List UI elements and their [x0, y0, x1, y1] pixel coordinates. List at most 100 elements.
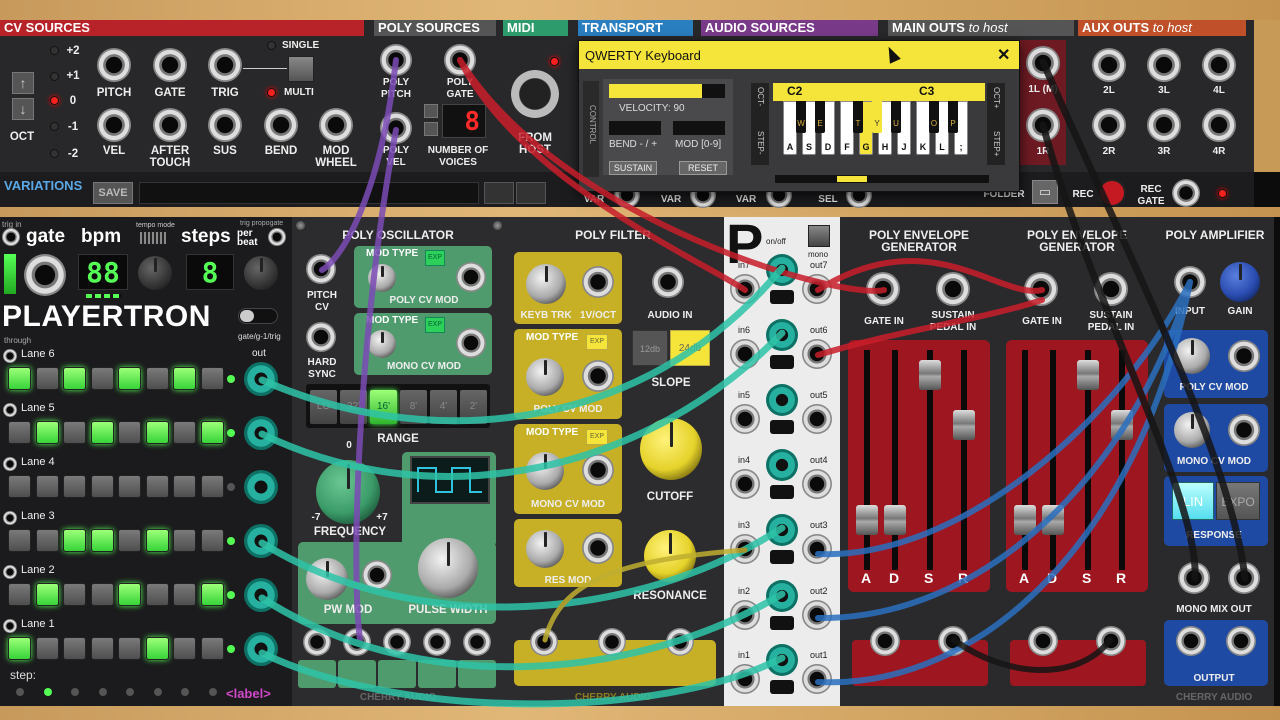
- poly-merger-out-jack[interactable]: [802, 600, 832, 630]
- step-button[interactable]: [63, 583, 86, 606]
- step-button[interactable]: [35, 529, 59, 552]
- osc-waveform-out-jack[interactable]: [303, 628, 331, 656]
- step-button[interactable]: [200, 583, 224, 606]
- step-button[interactable]: [173, 367, 196, 390]
- piano-white-key[interactable]: A: [783, 101, 797, 155]
- pw-mod-knob[interactable]: [306, 558, 348, 600]
- piano-white-key[interactable]: K: [916, 101, 930, 155]
- step-button[interactable]: [145, 583, 169, 606]
- piano-black-key[interactable]: Y: [872, 101, 882, 133]
- lane-mute-button[interactable]: [3, 457, 17, 471]
- piano-black-key[interactable]: E: [815, 101, 825, 133]
- bandpass-out-jack[interactable]: [598, 628, 626, 656]
- audio-in-jack[interactable]: [652, 266, 684, 298]
- variation-name-field[interactable]: [139, 182, 479, 204]
- step-button[interactable]: [173, 475, 196, 498]
- step-button[interactable]: [8, 529, 31, 552]
- gate-mode-switch[interactable]: [238, 308, 278, 324]
- range-button[interactable]: 4': [430, 390, 457, 424]
- env1-inv-out-jack[interactable]: [870, 626, 900, 656]
- v-oct-jack[interactable]: [582, 266, 614, 298]
- step-button[interactable]: [63, 475, 86, 498]
- trig-in-jack[interactable]: [2, 228, 20, 246]
- step-button[interactable]: [145, 421, 169, 444]
- pitch-jack[interactable]: [97, 48, 131, 82]
- range-button[interactable]: 32': [340, 390, 367, 424]
- range-button[interactable]: LO: [310, 390, 337, 424]
- step-button[interactable]: [8, 637, 31, 660]
- step-button[interactable]: [8, 367, 31, 390]
- step-button[interactable]: [118, 637, 141, 660]
- resonance-knob[interactable]: [644, 530, 696, 582]
- highpass-out-jack[interactable]: [666, 628, 694, 656]
- step-button[interactable]: [200, 475, 224, 498]
- pw-mod-jack[interactable]: [362, 560, 392, 590]
- qwerty-titlebar[interactable]: QWERTY Keyboard ✕: [579, 41, 1019, 69]
- step-button[interactable]: [90, 475, 114, 498]
- step-button[interactable]: [145, 637, 169, 660]
- step-button[interactable]: [63, 637, 86, 660]
- bpm-knob[interactable]: [138, 256, 172, 290]
- step-button[interactable]: [90, 529, 114, 552]
- step-button[interactable]: [63, 421, 86, 444]
- step-button[interactable]: [173, 583, 196, 606]
- rec-gate-jack[interactable]: [1172, 179, 1200, 207]
- env2-out-jack[interactable]: [1096, 626, 1126, 656]
- piano-black-key[interactable]: W: [796, 101, 806, 133]
- control-tab[interactable]: CONTROL: [583, 81, 599, 177]
- piano-keys[interactable]: A S D F G H J K L; W E T Y U O P: [783, 101, 983, 173]
- step-button[interactable]: [63, 367, 86, 390]
- piano-black-key[interactable]: U: [891, 101, 901, 133]
- bend-jack[interactable]: [264, 108, 298, 142]
- step-button[interactable]: [173, 421, 196, 444]
- step-button[interactable]: [35, 421, 59, 444]
- mono-button[interactable]: [808, 225, 830, 247]
- poly-merger-channel-jack[interactable]: [766, 644, 798, 676]
- mono-cv-mod-knob[interactable]: [368, 330, 396, 358]
- piano-black-key[interactable]: T: [853, 101, 863, 133]
- lane-out-jack[interactable]: [244, 416, 278, 450]
- step-button[interactable]: [8, 583, 31, 606]
- oct-plus-button[interactable]: OCT+ STEP+: [987, 83, 1005, 165]
- piano-black-key[interactable]: O: [929, 101, 939, 133]
- poly-cv-mod-jack[interactable]: [582, 360, 614, 392]
- aux-out-2l-jack[interactable]: [1092, 48, 1126, 82]
- adsr-fader[interactable]: [919, 360, 941, 390]
- adsr-fader[interactable]: [884, 505, 906, 535]
- env2-sustain-jack[interactable]: [1094, 272, 1128, 306]
- amp-input-jack[interactable]: [1174, 266, 1206, 298]
- lane-mute-button[interactable]: [3, 403, 17, 417]
- amp-poly-cv-jack[interactable]: [1228, 340, 1260, 372]
- step-button[interactable]: [8, 475, 31, 498]
- step-button[interactable]: [145, 475, 169, 498]
- slope-12db-button[interactable]: 12db: [632, 330, 668, 366]
- keyb-trk-knob[interactable]: [526, 264, 566, 304]
- env2-inv-out-jack[interactable]: [1028, 626, 1058, 656]
- gate-jack[interactable]: [153, 48, 187, 82]
- keyboard-scroll[interactable]: [775, 175, 989, 183]
- main-out-1l-jack[interactable]: [1026, 46, 1060, 80]
- mono-cv-mod-jack[interactable]: [456, 328, 486, 358]
- vel-jack[interactable]: [97, 108, 131, 142]
- oct-minus-button[interactable]: OCT- STEP-: [751, 83, 769, 165]
- res-mod-knob[interactable]: [526, 530, 564, 568]
- mono-mix-out-jack-2[interactable]: [1228, 562, 1260, 594]
- lane-out-jack[interactable]: [244, 362, 278, 396]
- mono-mix-out-jack[interactable]: [1178, 562, 1210, 594]
- poly-vel-jack[interactable]: [380, 112, 412, 144]
- amp-output-plus-jack[interactable]: [1226, 626, 1256, 656]
- step-button[interactable]: [118, 475, 141, 498]
- lin-button[interactable]: LIN: [1172, 482, 1214, 520]
- step-button[interactable]: [118, 529, 141, 552]
- step-button[interactable]: [90, 583, 114, 606]
- poly-merger-in-jack[interactable]: [730, 274, 760, 304]
- trig-jack[interactable]: [208, 48, 242, 82]
- sustain-button[interactable]: SUSTAIN: [609, 161, 657, 175]
- poly-merger-channel-jack[interactable]: [766, 580, 798, 612]
- poly-merger-out-jack[interactable]: [802, 664, 832, 694]
- poly-pitch-jack[interactable]: [380, 44, 412, 76]
- poly-merger-out-jack[interactable]: [802, 274, 832, 304]
- poly-merger-channel-jack[interactable]: [766, 449, 798, 481]
- poly-cv-mod-knob[interactable]: [368, 264, 396, 292]
- poly-merger-in-jack[interactable]: [730, 339, 760, 369]
